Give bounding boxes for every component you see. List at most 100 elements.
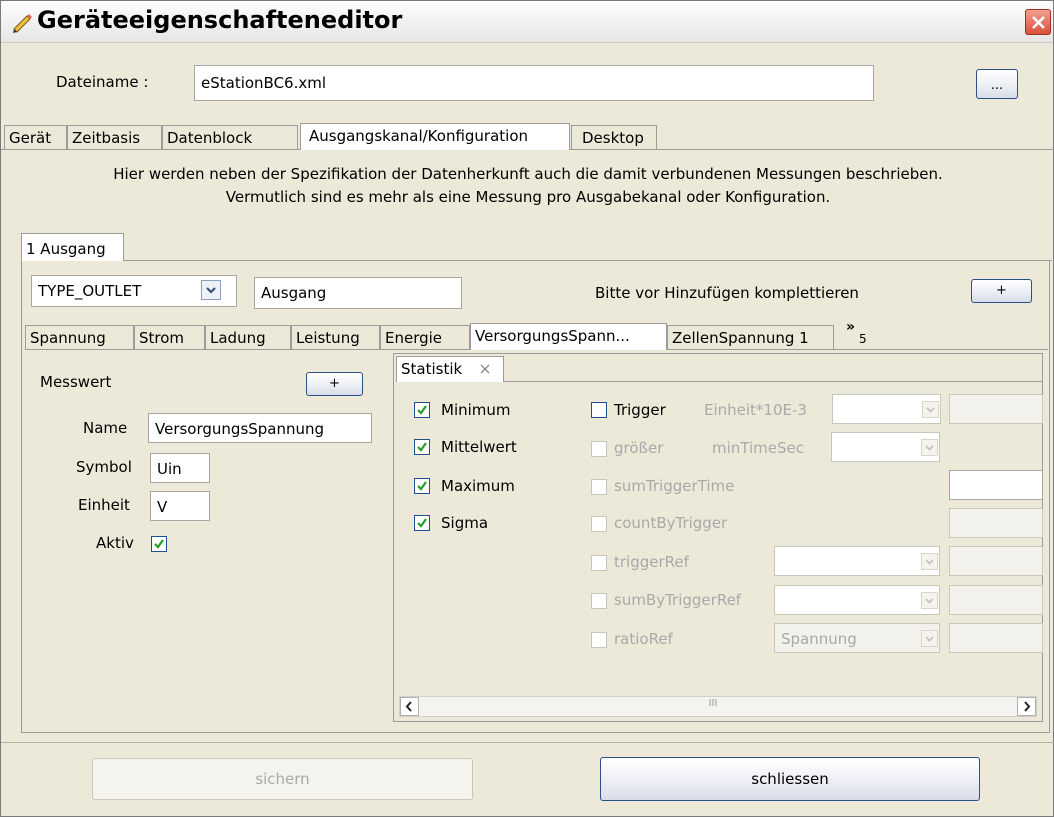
channel-panel-right-border [1049,260,1050,732]
sum-by-trigger-ref-select[interactable] [774,585,940,615]
filename-input[interactable]: eStationBC6.xml [194,65,874,101]
add-measure-button[interactable]: + [306,372,363,396]
horizontal-scrollbar[interactable]: III [399,696,1037,717]
trigger-ref-checkbox[interactable] [591,555,607,571]
chevron-down-icon [921,439,938,456]
measure-name-input[interactable]: VersorgungsSpannung [148,413,372,443]
more-tabs-count: 5 [859,332,867,346]
trigger-checkbox[interactable] [591,402,607,418]
channel-type-value: TYPE_OUTLET [38,282,142,300]
main-tab-baseline-left [1,149,300,150]
mean-checkbox[interactable] [414,439,430,455]
measure-unit-label: Einheit [78,496,130,514]
checkmark-icon [417,442,427,452]
tab-leistung[interactable]: Leistung [291,325,380,350]
count-by-trigger-checkbox[interactable] [591,516,607,532]
description-line-2: Vermutlich sind es mehr als eine Messung… [225,188,831,206]
close-window-button[interactable] [1025,9,1051,35]
unit-factor-select[interactable] [832,394,941,424]
tab-1-ausgang[interactable]: 1 Ausgang [21,233,124,261]
trigger-ref-select[interactable] [774,546,940,576]
filename-label: Dateiname : [56,73,149,91]
greater-checkbox[interactable] [591,441,607,457]
measure-tab-baseline-left [25,349,470,350]
tab-datenblock[interactable]: Datenblock [162,125,298,150]
add-channel-button[interactable]: + [971,279,1032,303]
sum-trigger-time-checkbox[interactable] [591,479,607,495]
measure-name-label: Name [83,419,128,437]
trigger-ref-input[interactable] [949,546,1043,576]
scroll-left-icon[interactable] [400,697,419,716]
channel-panel-bottom-border [21,732,1050,733]
ratio-ref-input[interactable] [949,623,1043,653]
count-by-trigger-input[interactable] [949,508,1043,538]
sigma-checkbox[interactable] [414,515,430,531]
trigger-level-input[interactable] [949,394,1043,424]
minimum-label: Minimum [441,401,511,419]
count-by-trigger-label: countByTrigger [614,514,728,532]
channel-tab-baseline [124,260,1052,261]
measure-tab-baseline-right [667,349,1048,350]
maximum-checkbox[interactable] [414,478,430,494]
sum-trigger-time-input[interactable] [949,470,1043,500]
measure-active-checkbox[interactable] [151,536,167,552]
min-time-label: minTimeSec [712,439,804,457]
tab-statistik[interactable]: Statistik [396,356,504,382]
tab-energie[interactable]: Energie [380,325,470,350]
sum-by-trigger-ref-label: sumByTriggerRef [614,591,742,609]
edit-pencil-icon [11,9,33,33]
channel-type-dropdown-arrow[interactable] [201,280,221,300]
browse-button[interactable]: ... [976,69,1018,99]
chevron-down-icon [922,401,939,418]
chevron-down-icon [921,553,938,570]
tab-geraet[interactable]: Gerät [4,125,67,150]
sigma-label: Sigma [441,514,489,532]
sum-by-trigger-ref-input[interactable] [949,585,1043,615]
statistics-tab-label: Statistik [401,360,463,378]
tab-ladung[interactable]: Ladung [205,325,291,350]
chevron-down-icon [206,287,216,294]
checkmark-icon [417,405,427,415]
footer-separator [1,742,1054,743]
minimum-checkbox[interactable] [414,402,430,418]
measure-unit-input[interactable]: V [150,491,210,521]
description-line-1: Hier werden neben der Spezifikation der … [113,165,943,183]
trigger-label: Trigger [614,401,666,419]
complete-before-add-hint: Bitte vor Hinzufügen komplettieren [595,284,859,302]
tab-zeitbasis[interactable]: Zeitbasis [67,125,162,150]
more-tabs-chevron-icon[interactable]: » [846,319,855,335]
trigger-ref-label: triggerRef [614,553,689,571]
tab-zellenspannung-1[interactable]: ZellenSpannung 1 [667,325,834,350]
close-icon [1032,16,1045,29]
greater-label: größer [614,439,664,457]
save-button[interactable]: sichern [92,758,473,800]
dialog-window: Geräteeigenschafteneditor Dateiname : eS… [0,0,1054,817]
checkmark-icon [154,539,164,549]
ratio-ref-label: ratioRef [614,630,673,648]
measure-active-label: Aktiv [96,534,134,552]
tab-strom[interactable]: Strom [134,325,205,350]
sum-by-trigger-ref-checkbox[interactable] [591,593,607,609]
ratio-ref-select[interactable]: Spannung [774,623,940,653]
close-tab-icon[interactable] [479,361,491,379]
statistics-tab-baseline [504,381,1042,382]
sum-trigger-time-label: sumTriggerTime [614,477,735,495]
unit-factor-label: Einheit*10E-3 [704,401,807,419]
min-time-select[interactable] [831,432,940,462]
checkmark-icon [417,518,427,528]
channel-name-input[interactable]: Ausgang [254,277,462,309]
title-bar[interactable]: Geräteeigenschafteneditor [1,1,1053,43]
chevron-down-icon [921,630,938,647]
scroll-thumb[interactable]: III [570,698,856,715]
tab-desktop[interactable]: Desktop [571,125,657,150]
tab-spannung[interactable]: Spannung [25,325,134,350]
ratio-ref-value: Spannung [781,630,857,648]
main-tab-baseline-right [570,149,1054,150]
close-button[interactable]: schliessen [600,757,980,801]
ratio-ref-checkbox[interactable] [591,632,607,648]
tab-versorgungsspannung[interactable]: VersorgungsSpann... [470,323,667,350]
window-title: Geräteeigenschafteneditor [37,6,403,34]
tab-ausgangskanal[interactable]: Ausgangskanal/Konfiguration [300,123,570,150]
measure-symbol-input[interactable]: Uin [150,453,210,483]
scroll-right-icon[interactable] [1017,697,1036,716]
